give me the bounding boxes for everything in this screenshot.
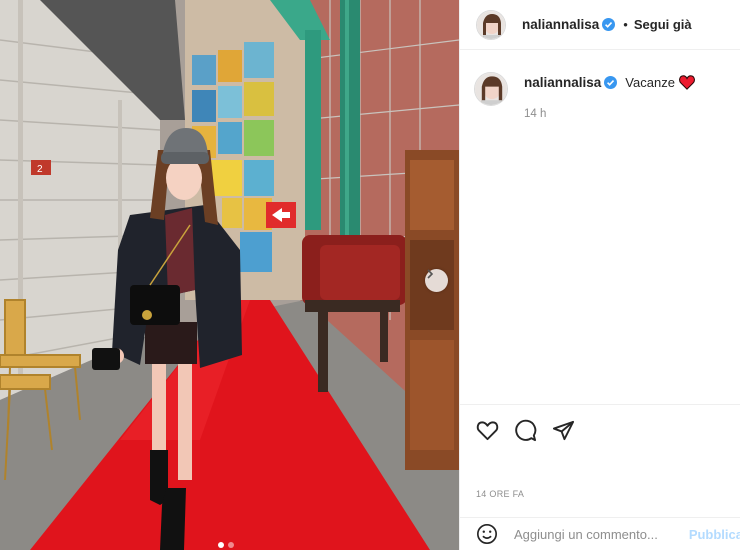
caption-avatar[interactable] <box>474 72 508 106</box>
like-icon[interactable] <box>476 419 499 442</box>
caption-body: naliannalisa Vacanze 14 h <box>524 75 695 120</box>
author-avatar[interactable] <box>476 9 506 40</box>
post-header: naliannalisa • Segui già <box>460 0 740 50</box>
emoji-smile-icon[interactable] <box>476 523 498 545</box>
avatar-image <box>475 73 507 105</box>
header-separator: • <box>623 17 628 32</box>
caption-text: Vacanze <box>625 75 675 90</box>
caption-timestamp: 14 h <box>524 108 547 120</box>
verified-badge-icon <box>604 76 618 89</box>
photo-scene: 2 <box>0 0 459 550</box>
red-heart-emoji-icon <box>679 75 695 90</box>
post-photo[interactable]: 2 <box>0 0 459 550</box>
post-caption: naliannalisa Vacanze 14 h <box>474 72 695 120</box>
author-username[interactable]: naliannalisa <box>522 17 599 32</box>
comment-icon[interactable] <box>514 419 537 442</box>
carousel-indicator <box>218 542 234 548</box>
caption-username[interactable]: naliannalisa <box>524 75 601 90</box>
carousel-dot <box>228 542 234 548</box>
share-icon[interactable] <box>552 419 575 442</box>
avatar-image <box>477 10 505 39</box>
add-comment-bar: Pubblica <box>460 517 740 550</box>
verified-badge-icon <box>602 18 616 31</box>
instagram-post-modal: 2 naliannalisa • Segui già naliannalisa … <box>0 0 740 550</box>
carousel-dot-active <box>218 542 224 548</box>
action-bar <box>460 404 740 442</box>
svg-text:2: 2 <box>37 164 43 175</box>
chevron-right-icon <box>427 269 434 279</box>
publish-button[interactable]: Pubblica <box>689 527 740 542</box>
comment-input[interactable] <box>514 526 694 542</box>
following-button[interactable]: Segui già <box>634 17 692 32</box>
post-sidebar: naliannalisa • Segui già naliannalisa Va… <box>459 0 740 550</box>
post-timestamp: 14 ORE FA <box>476 489 525 499</box>
next-slide-button[interactable] <box>425 269 448 292</box>
